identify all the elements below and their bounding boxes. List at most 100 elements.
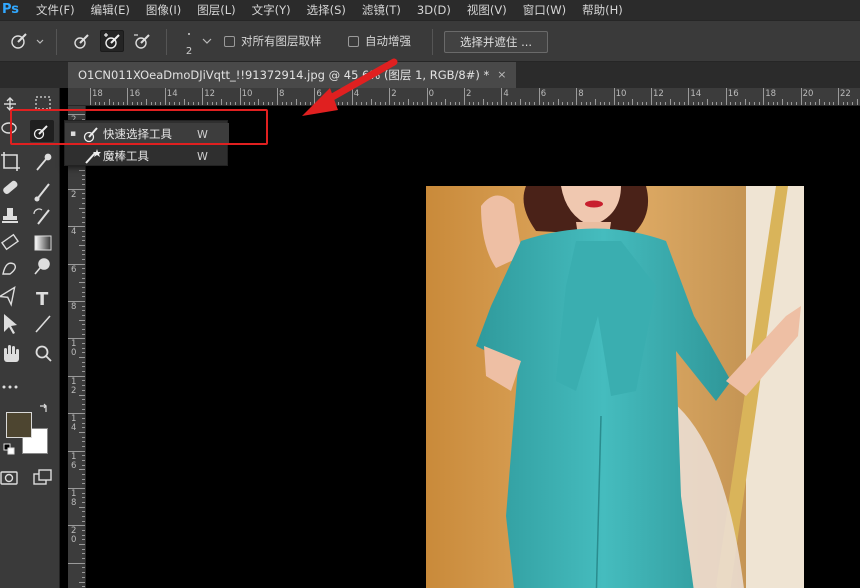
add-to-selection-button[interactable] [100,30,124,52]
type-icon[interactable]: T [36,289,49,310]
ruler-tick [118,102,120,105]
ruler-tick [82,572,85,574]
brush-dot-icon [188,33,190,35]
menu-type[interactable]: 文字(Y) [244,0,299,20]
smudge-icon[interactable] [2,262,17,275]
ruler-tick [82,343,85,345]
line-icon[interactable] [35,315,51,333]
menu-select[interactable]: 选择(S) [299,0,354,20]
marquee-icon[interactable] [35,96,51,110]
menu-window[interactable]: 窗口(W) [515,0,574,20]
ruler-tick [473,102,475,105]
brush-add-icon [104,33,120,49]
menu-image[interactable]: 图像(I) [138,0,189,20]
gradient-icon[interactable] [34,235,52,251]
auto-enhance-option[interactable]: 自动增强 [348,30,411,52]
crop-icon[interactable] [1,152,20,171]
menu-3d[interactable]: 3D(D) [409,0,459,20]
history-brush-icon[interactable] [33,208,50,225]
ruler-tick [487,102,489,105]
ruler-tick [82,329,85,331]
ruler-tick [197,102,199,105]
menu-filter[interactable]: 滤镜(T) [354,0,409,20]
swap-colors-icon[interactable] [40,403,47,412]
brush-icon[interactable] [34,183,50,202]
ruler-tick [571,102,573,105]
ruler-tick [636,102,638,105]
brush-size-dropdown[interactable] [200,30,214,52]
zoom-icon[interactable] [35,345,52,362]
ruler-tick [772,102,774,105]
hand-icon[interactable] [4,345,19,362]
ruler-label: 10 [615,89,627,99]
ruler-tick [82,198,85,200]
select-and-mask-button[interactable]: 选择并遮住 ... [444,31,548,53]
ruler-tick [407,99,409,105]
ruler-label: 1 2 [71,376,77,396]
ruler-tick [192,102,194,105]
brush-size-picker[interactable]: 2 [178,27,200,57]
more-tools-icon[interactable] [2,385,18,389]
pen-icon[interactable] [0,283,20,307]
ruler-tick [786,102,788,105]
tool-preset-picker[interactable] [6,30,46,52]
ruler-tick [679,102,681,105]
ruler-tick [253,102,255,105]
ruler-tick [82,352,85,354]
ruler-tick [160,102,162,105]
canvas-area[interactable] [86,106,860,588]
ruler-tick [82,464,85,466]
ruler-tick [82,277,85,279]
eyedropper-icon[interactable] [36,153,52,171]
ruler-tick [82,347,85,349]
ruler-tick [220,99,222,105]
ruler-tick [82,520,85,522]
eraser-icon[interactable] [0,233,20,251]
ruler-label: 1 8 [71,489,77,508]
ruler-tick [202,88,204,105]
screen-mode-icon[interactable] [33,469,52,485]
ruler-tick [646,102,648,105]
ruler-tick [814,102,816,105]
ruler-tick [141,102,143,105]
ruler-tick [82,389,85,391]
ruler-tick [68,375,85,377]
new-selection-button[interactable] [70,30,94,52]
ruler-tick [104,102,106,105]
ruler-tick [99,102,101,105]
menu-help[interactable]: 帮助(H) [574,0,631,20]
ruler-tick [445,99,447,105]
ruler-tick [82,427,85,429]
brush-subtract-icon [134,34,150,49]
healing-brush-icon[interactable] [2,180,19,196]
ruler-label: 4 [503,89,509,99]
ruler-tick [501,88,503,105]
ruler-tick [590,102,592,105]
foreground-color-swatch[interactable] [6,412,32,438]
ruler-tick [468,102,470,105]
clone-stamp-icon[interactable] [2,208,18,223]
ruler-tick [68,525,85,527]
menu-view[interactable]: 视图(V) [459,0,515,20]
auto-enhance-checkbox[interactable] [348,35,359,47]
ruler-tick [608,102,610,105]
ruler-tick [417,102,419,105]
quick-mask-icon[interactable] [0,471,18,485]
ruler-tick [82,380,85,382]
ruler-tick [707,99,709,105]
ruler-tick [82,212,85,214]
menu-layer[interactable]: 图层(L) [189,0,243,20]
flyout-magic-wand-tool[interactable]: 魔棒工具 W [65,145,229,167]
subtract-from-selection-button[interactable] [130,30,154,52]
close-icon[interactable]: × [497,62,506,88]
sample-all-layers-option[interactable]: 对所有图层取样 [224,30,322,52]
dodge-icon[interactable] [34,258,50,275]
sample-all-layers-checkbox[interactable] [224,35,235,47]
ruler-tick [206,102,208,105]
auto-enhance-label: 自动增强 [365,34,411,48]
ruler-tick [82,315,85,317]
default-colors-icon[interactable] [3,443,15,455]
menu-edit[interactable]: 编辑(E) [83,0,138,20]
menu-file[interactable]: 文件(F) [28,0,83,20]
path-selection-icon[interactable] [4,314,17,334]
